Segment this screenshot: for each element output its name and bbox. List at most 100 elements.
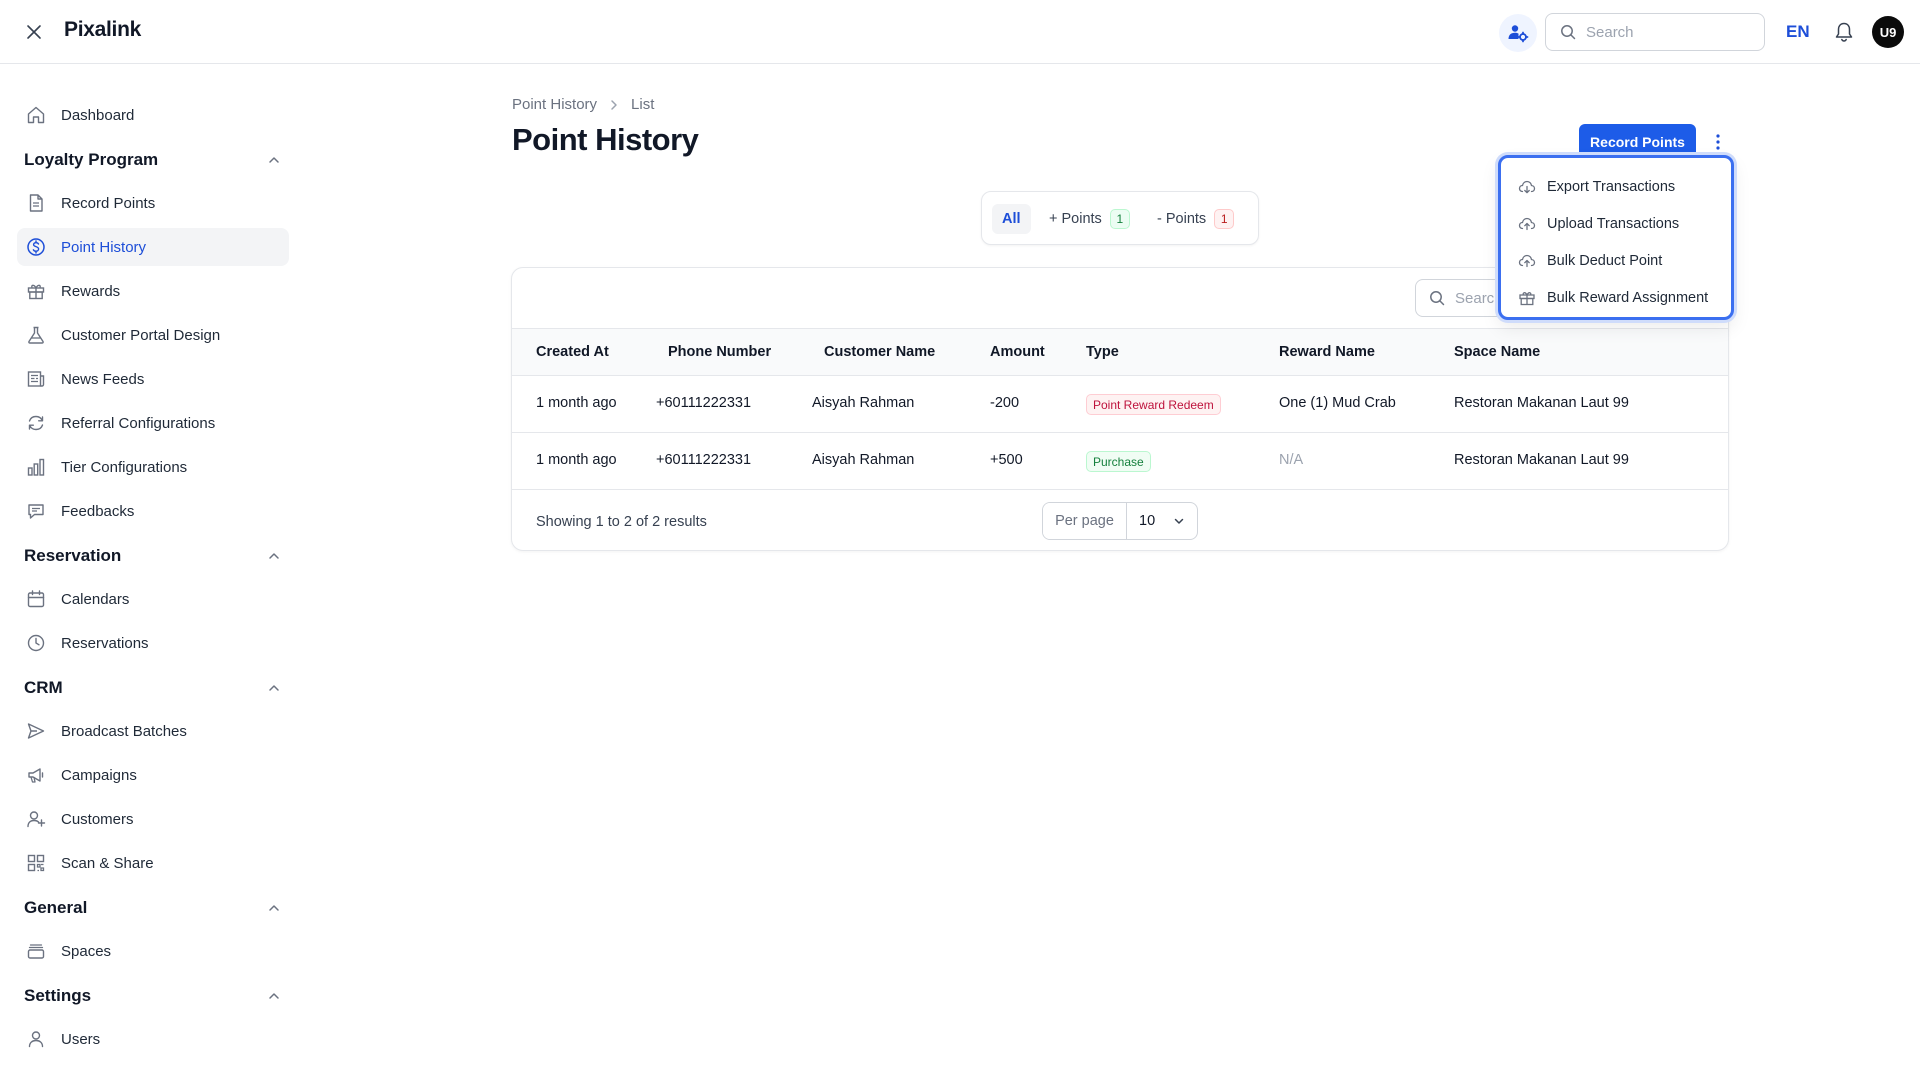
more-vertical-icon[interactable] [1708,128,1728,156]
cell-space-name: Restoran Makanan Laut 99 [1454,395,1629,411]
table-row[interactable]: 1 month ago +60111222331 Aisyah Rahman -… [512,376,1728,433]
menu-item-export-transactions[interactable]: Export Transactions [1517,172,1675,202]
sidebar-item-broadcast-batches[interactable]: Broadcast Batches [17,712,289,750]
chevron-up-icon [269,685,279,691]
tab-plus-points[interactable]: + Points 1 [1039,204,1140,234]
section-loyalty-program[interactable]: Loyalty Program [24,146,280,174]
search-icon [1561,25,1576,40]
per-page-label: Per page [1043,503,1127,539]
cell-customer-name: Aisyah Rahman [812,395,915,411]
refresh-icon [25,412,47,434]
global-search-input[interactable] [1586,23,1756,41]
sidebar-item-spaces[interactable]: Spaces [17,932,289,970]
cell-amount: -200 [990,395,1020,411]
cell-phone-number: +60111222331 [656,395,752,411]
page-title: Point History [512,122,699,157]
menu-item-bulk-deduct-point[interactable]: Bulk Deduct Point [1517,246,1662,276]
global-search[interactable] [1545,13,1765,51]
chat-icon [25,500,47,522]
megaphone-icon [25,764,47,786]
section-general[interactable]: General [24,894,280,922]
cell-amount: +500 [990,452,1023,468]
count-badge: 1 [1214,209,1235,229]
sidebar-item-referral-configurations[interactable]: Referral Configurations [17,404,289,442]
cell-phone-number: +60111222331 [656,452,752,468]
table-row[interactable]: 1 month ago +60111222331 Aisyah Rahman +… [512,433,1728,490]
sidebar-item-calendars[interactable]: Calendars [17,580,289,618]
section-settings[interactable]: Settings [24,982,280,1010]
tab-minus-points[interactable]: - Points 1 [1147,204,1244,234]
sidebar-item-rewards[interactable]: Rewards [17,272,289,310]
column-created-at[interactable]: Created At [536,344,609,360]
cloud-upload-icon [1517,214,1537,234]
section-crm[interactable]: CRM [24,674,280,702]
per-page-dropdown[interactable]: 10 [1127,513,1197,529]
send-icon [25,720,47,742]
sidebar-item-scan-share[interactable]: Scan & Share [17,844,289,882]
user-settings-icon[interactable] [1499,14,1537,52]
table-header: Created At Phone Number Customer Name Am… [512,328,1728,376]
column-customer-name[interactable]: Customer Name [824,344,935,360]
menu-item-bulk-reward-assignment[interactable]: Bulk Reward Assignment [1517,283,1708,313]
type-badge: Point Reward Redeem [1086,394,1221,415]
sidebar-item-customers[interactable]: Customers [17,800,289,838]
cell-reward-name: N/A [1279,452,1304,468]
user-avatar[interactable]: U9 [1872,16,1904,48]
chevron-up-icon [269,905,279,911]
breadcrumb-parent[interactable]: Point History [512,96,597,113]
bell-icon[interactable] [1831,19,1857,45]
qr-code-icon [25,852,47,874]
cell-space-name: Restoran Makanan Laut 99 [1454,452,1629,468]
sidebar-item-reservations[interactable]: Reservations [17,624,289,662]
type-badge: Purchase [1086,451,1151,472]
point-filter-tabs: All + Points 1 - Points 1 [981,191,1259,245]
cloud-download-icon [1517,177,1537,197]
cell-customer-name: Aisyah Rahman [812,452,915,468]
menu-item-upload-transactions[interactable]: Upload Transactions [1517,209,1679,239]
column-reward-name[interactable]: Reward Name [1279,344,1375,360]
sidebar-item-point-history[interactable]: Point History [17,228,289,266]
newspaper-icon [25,368,47,390]
column-type[interactable]: Type [1086,344,1119,360]
sidebar: Dashboard Loyalty Program Record Points … [0,64,300,1080]
sidebar-item-campaigns[interactable]: Campaigns [17,756,289,794]
breadcrumb: Point History List [512,96,654,113]
chevron-up-icon [269,553,279,559]
cell-reward-name: One (1) Mud Crab [1279,395,1396,411]
chevron-down-icon [1174,518,1184,524]
chevron-up-icon [269,157,279,163]
tab-all[interactable]: All [992,204,1031,234]
pagination-summary: Showing 1 to 2 of 2 results [536,514,707,530]
language-switcher[interactable]: EN [1786,22,1810,42]
sidebar-item-feedbacks[interactable]: Feedbacks [17,492,289,530]
sidebar-item-label: Dashboard [61,106,135,124]
sidebar-item-record-points[interactable]: Record Points [17,184,289,222]
user-plus-icon [25,808,47,830]
chevron-up-icon [269,993,279,999]
search-icon [1430,291,1445,306]
sidebar-item-dashboard[interactable]: Dashboard [17,96,289,134]
bar-chart-icon [25,456,47,478]
sidebar-item-users[interactable]: Users [17,1020,289,1058]
flask-icon [25,324,47,346]
count-badge: 1 [1109,209,1130,229]
section-reservation[interactable]: Reservation [24,542,280,570]
sidebar-item-news-feeds[interactable]: News Feeds [17,360,289,398]
gift-icon [1517,288,1537,308]
column-space-name[interactable]: Space Name [1454,344,1540,360]
column-amount[interactable]: Amount [990,344,1045,360]
column-phone-number[interactable]: Phone Number [668,344,771,360]
cell-created-at: 1 month ago [536,452,617,468]
chevron-right-icon [609,99,619,111]
sidebar-item-customer-portal-design[interactable]: Customer Portal Design [17,316,289,354]
per-page-select[interactable]: Per page 10 [1042,502,1198,540]
clock-icon [25,632,47,654]
per-page-value: 10 [1139,513,1156,529]
breadcrumb-current: List [631,96,655,113]
app-brand: Pixalink [64,18,141,41]
close-icon[interactable] [20,20,48,44]
home-icon [25,104,47,126]
sidebar-item-tier-configurations[interactable]: Tier Configurations [17,448,289,486]
document-icon [25,192,47,214]
calendar-icon [25,588,47,610]
